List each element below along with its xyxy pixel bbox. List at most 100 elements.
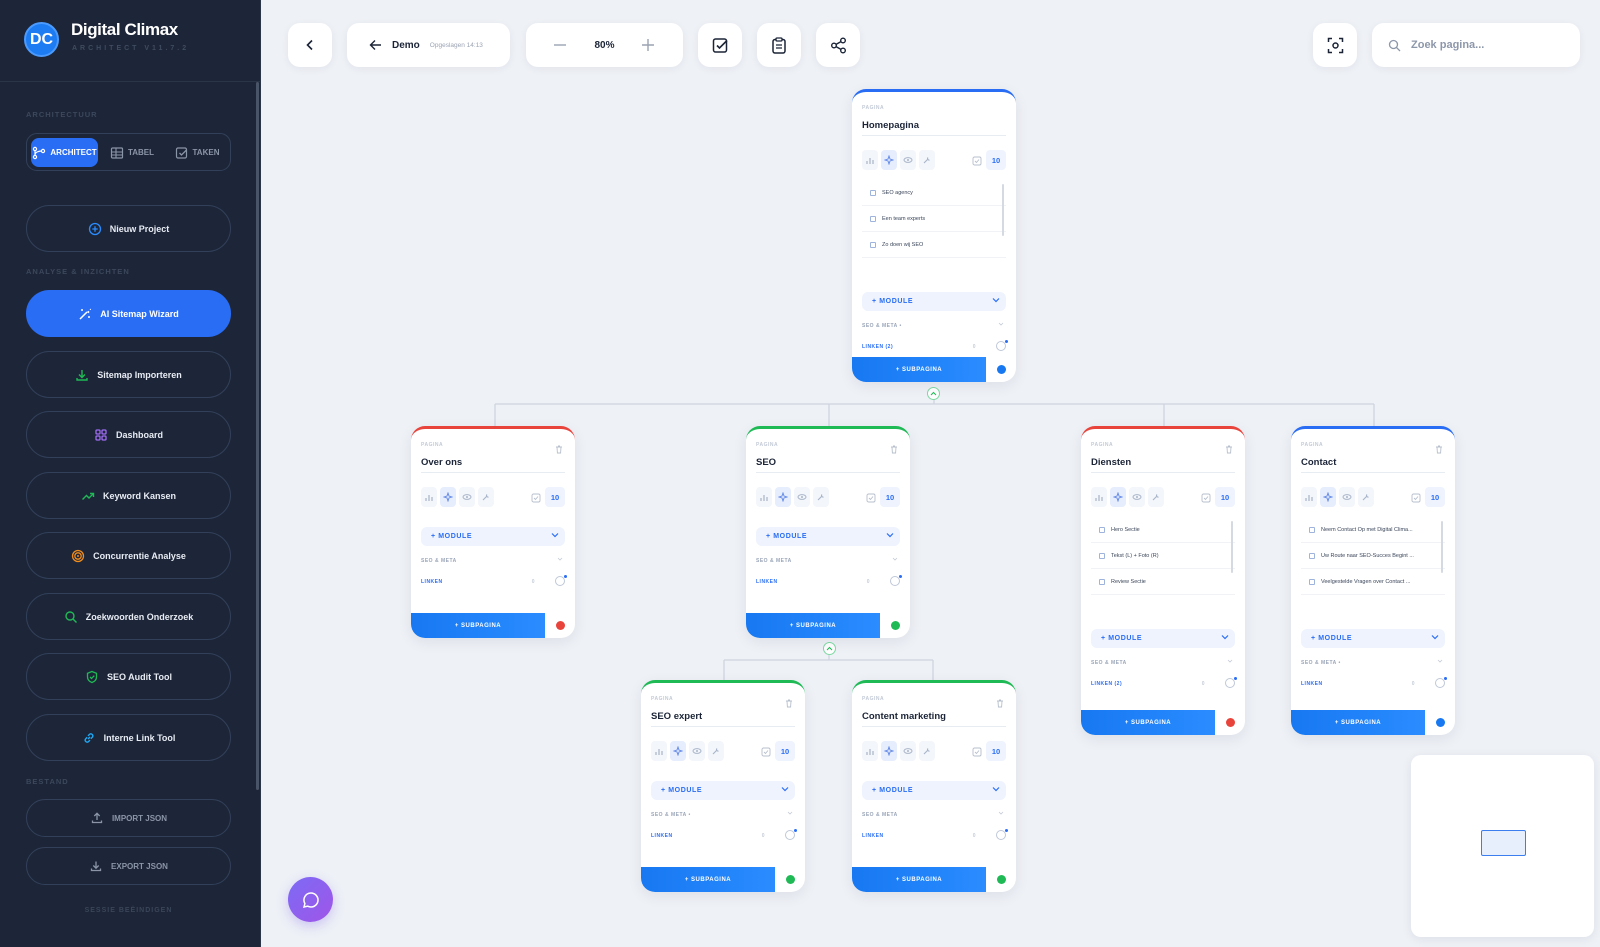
tool-button[interactable] [459,487,475,507]
end-session-button[interactable]: SESSIE BEËINDIGEN [26,907,231,914]
status-dot[interactable] [1436,718,1445,727]
tool-button[interactable] [1358,487,1374,507]
links-row[interactable]: LINKEN 0 [756,575,902,586]
seo-meta-toggle[interactable]: SEO & META • [1301,659,1445,666]
module-item[interactable]: SEO agency [862,180,1006,206]
page-title[interactable]: Contact [1301,457,1445,473]
ai-sitemap-wizard-button[interactable]: AI Sitemap Wizard [26,290,231,337]
minimap[interactable] [1411,755,1594,937]
dashboard-button[interactable]: Dashboard [26,411,231,458]
tool-button[interactable] [421,487,437,507]
page-title[interactable]: Diensten [1091,457,1235,473]
module-item[interactable]: Hero Sectie [1091,517,1235,543]
clipboard-button[interactable] [757,23,801,67]
status-dot[interactable] [1226,718,1235,727]
status-dot[interactable] [891,621,900,630]
seo-audit-tool-button[interactable]: SEO Audit Tool [26,653,231,700]
tab-taken[interactable]: TAKEN [166,138,228,167]
add-subpage-button[interactable]: + SUBPAGINA [852,867,986,892]
page-card-seo[interactable]: PAGINA SEO 10 + MODULE SEO & META LINKEN 0 + SU… [746,426,910,638]
tasks-toggle-button[interactable] [698,23,742,67]
sitemap-import-button[interactable]: Sitemap Importeren [26,351,231,398]
tool-button[interactable] [862,741,878,761]
page-title[interactable]: Homepagina [862,120,1006,136]
import-json-button[interactable]: IMPORT JSON [26,799,231,837]
zoom-in-button[interactable] [642,38,655,52]
links-row[interactable]: LINKEN 0 [862,829,1008,840]
minimap-viewport[interactable] [1481,830,1526,856]
page-title[interactable]: SEO expert [651,711,795,727]
tab-architect[interactable]: ARCHITECT [31,138,98,167]
tool-button[interactable] [1091,487,1107,507]
tool-button[interactable] [900,741,916,761]
add-module-button[interactable]: + MODULE [862,292,1006,311]
zoekwoorden-onderzoek-button[interactable]: Zoekwoorden Onderzoek [26,593,231,640]
back-button[interactable] [288,23,332,67]
collapse-toggle[interactable] [823,642,836,655]
tool-button[interactable] [689,741,705,761]
status-dot[interactable] [786,875,795,884]
sidebar-scrollbar[interactable] [256,82,259,790]
tool-button[interactable] [478,487,494,507]
new-project-button[interactable]: Nieuw Project [26,205,231,252]
tool-button[interactable] [900,150,916,170]
collapse-toggle[interactable] [927,387,940,400]
page-card-home[interactable]: PAGINA Homepagina 10 SEO agency Een team exp… [852,89,1016,382]
tool-button[interactable] [440,487,456,507]
search-input[interactable] [1411,39,1551,51]
page-title[interactable]: Over ons [421,457,565,473]
share-button[interactable] [816,23,860,67]
module-item[interactable]: Tekst (L) + Foto (R) [1091,543,1235,569]
task-check-button[interactable] [972,744,982,762]
page-card-contact[interactable]: PAGINA Contact 10 Neem Contact Op met Digit… [1291,426,1455,735]
module-item[interactable]: Een team experts [862,206,1006,232]
links-row[interactable]: LINKEN 0 [421,575,567,586]
tool-button[interactable] [651,741,667,761]
status-dot[interactable] [997,875,1006,884]
add-module-button[interactable]: + MODULE [651,781,795,800]
module-scrollbar[interactable] [1002,184,1004,236]
export-json-button[interactable]: EXPORT JSON [26,847,231,885]
links-row[interactable]: LINKEN 0 [651,829,797,840]
task-check-button[interactable] [972,153,982,171]
tool-button[interactable] [881,741,897,761]
tool-button[interactable] [1110,487,1126,507]
page-card-content[interactable]: PAGINA Content marketing 10 + MODULE SEO & M… [852,680,1016,892]
tool-button[interactable] [862,150,878,170]
add-subpage-button[interactable]: + SUBPAGINA [641,867,775,892]
add-module-button[interactable]: + MODULE [756,527,900,546]
seo-meta-toggle[interactable]: SEO & META [1091,659,1235,666]
keyword-kansen-button[interactable]: Keyword Kansen [26,472,231,519]
module-item[interactable]: Review Sectie [1091,569,1235,595]
seo-meta-toggle[interactable]: SEO & META [862,811,1006,818]
tool-button[interactable] [1339,487,1355,507]
tool-button[interactable] [919,150,935,170]
add-subpage-button[interactable]: + SUBPAGINA [411,613,545,638]
task-check-button[interactable] [866,490,876,508]
add-subpage-button[interactable]: + SUBPAGINA [1081,710,1215,735]
add-module-button[interactable]: + MODULE [1301,629,1445,648]
status-dot[interactable] [556,621,565,630]
module-item[interactable]: Veelgestelde Vragen over Contact ... [1301,569,1445,595]
tool-button[interactable] [670,741,686,761]
tool-button[interactable] [794,487,810,507]
module-item[interactable]: Zo doen wij SEO [862,232,1006,258]
zoom-out-button[interactable] [554,38,566,52]
module-scrollbar[interactable] [1441,521,1443,573]
tab-tabel[interactable]: TABEL [100,138,164,167]
focus-button[interactable] [1313,23,1357,67]
tool-button[interactable] [813,487,829,507]
seo-meta-toggle[interactable]: SEO & META [421,557,565,564]
task-check-button[interactable] [761,744,771,762]
search-box[interactable] [1372,23,1580,67]
seo-meta-toggle[interactable]: SEO & META • [862,322,1006,329]
tool-button[interactable] [756,487,772,507]
module-item[interactable]: Neem Contact Op met Digital Clima... [1301,517,1445,543]
add-subpage-button[interactable]: + SUBPAGINA [852,357,986,382]
concurrentie-analyse-button[interactable]: Concurrentie Analyse [26,532,231,579]
page-card-diensten[interactable]: PAGINA Diensten 10 Hero Sectie Tekst (L) + F… [1081,426,1245,735]
tool-button[interactable] [708,741,724,761]
links-row[interactable]: LINKEN (2) 0 [1091,677,1237,688]
tool-button[interactable] [1320,487,1336,507]
seo-meta-toggle[interactable]: SEO & META [756,557,900,564]
